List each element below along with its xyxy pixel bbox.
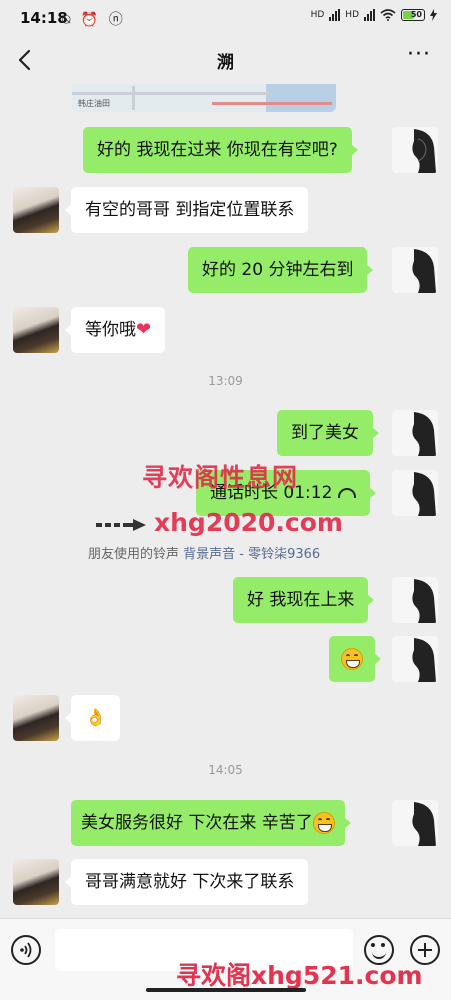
status-time: 14:18	[20, 9, 68, 27]
emoji-message-bubble[interactable]	[329, 636, 381, 682]
message-bubble-sent[interactable]: 好的 我现在过来 你现在有空吧?	[83, 127, 358, 173]
map-road	[132, 86, 135, 110]
contact-avatar[interactable]	[13, 695, 59, 741]
portrait-icon	[412, 638, 436, 682]
chat-timestamp: 13:09	[208, 374, 243, 388]
my-avatar[interactable]	[392, 247, 438, 293]
contact-avatar[interactable]	[13, 187, 59, 233]
battery-icon: 50	[401, 9, 425, 21]
network-label: HD	[310, 10, 325, 20]
status-right-group: HD HD 50	[311, 9, 437, 21]
chat-timestamp: 14:05	[208, 763, 243, 777]
status-notification-icons: ⍉ ⏰ ⓝ	[62, 12, 126, 28]
ringtone-link[interactable]: 背景声音 - 零铃柒9366	[183, 547, 320, 562]
chat-title: 溯	[217, 53, 234, 73]
my-avatar[interactable]	[392, 800, 438, 846]
map-road	[212, 102, 332, 105]
home-indicator[interactable]	[146, 988, 306, 992]
watermark-footer: 寻欢阁xhg521.com	[176, 961, 423, 990]
message-bubble-received[interactable]: 👌	[64, 695, 121, 741]
portrait-icon	[412, 129, 436, 173]
contact-avatar[interactable]	[13, 859, 59, 905]
ringtone-arrow-icon	[96, 519, 146, 531]
portrait-icon	[412, 249, 436, 293]
signal-icon-2	[364, 9, 375, 21]
status-bar: 14:18 ⍉ ⏰ ⓝ HD HD 50	[0, 0, 451, 36]
chat-header: 溯 ···	[0, 36, 451, 84]
message-bubble-sent[interactable]: 到了美女	[277, 410, 379, 456]
voice-input-button[interactable]	[11, 935, 41, 965]
grin-emoji-icon	[341, 648, 363, 670]
network-label-2: HD	[345, 10, 359, 20]
my-avatar[interactable]	[392, 410, 438, 456]
phone-icon	[338, 488, 357, 498]
location-map-card[interactable]: 韩庄油田	[72, 84, 336, 112]
watermark-url: xhg2020.com	[154, 508, 343, 537]
message-bubble-sent[interactable]: 好 我现在上来	[233, 577, 375, 623]
heart-emoji: ❤	[136, 319, 152, 340]
voice-icon	[20, 942, 32, 958]
message-bubble-sent[interactable]: 美女服务很好 下次在来 辛苦了	[71, 800, 351, 846]
my-avatar[interactable]	[392, 636, 438, 682]
my-avatar[interactable]	[392, 577, 438, 623]
map-road	[72, 92, 272, 95]
wifi-icon	[380, 9, 396, 21]
battery-level: 50	[410, 10, 422, 19]
message-bubble-received[interactable]: 哥哥满意就好 下次来了联系	[64, 859, 309, 905]
my-avatar[interactable]	[392, 127, 438, 173]
charging-icon	[430, 9, 437, 21]
message-bubble-received[interactable]: 等你哦❤	[64, 307, 166, 353]
portrait-icon	[412, 412, 436, 456]
map-water	[266, 84, 336, 112]
my-avatar[interactable]	[392, 470, 438, 516]
portrait-icon	[412, 472, 436, 516]
portrait-icon	[412, 579, 436, 623]
ringtone-notice: 朋友使用的铃声 背景声音 - 零铃柒9366	[88, 543, 320, 562]
map-place-label: 韩庄油田	[78, 99, 110, 108]
more-options-icon[interactable]: ···	[407, 42, 431, 67]
contact-avatar[interactable]	[13, 307, 59, 353]
signal-icon	[329, 9, 341, 21]
ringtone-prefix: 朋友使用的铃声	[88, 547, 180, 562]
message-text: 美女服务很好 下次在来 辛苦了	[81, 813, 313, 833]
message-bubble-received[interactable]: 有空的哥哥 到指定位置联系	[64, 187, 309, 233]
portrait-icon	[412, 802, 436, 846]
grin-emoji-icon	[312, 812, 335, 834]
watermark-text: 寻欢阁性息网	[142, 463, 299, 492]
message-bubble-sent[interactable]: 好的 20 分钟左右到	[188, 247, 374, 293]
message-text: 等你哦	[85, 320, 136, 340]
